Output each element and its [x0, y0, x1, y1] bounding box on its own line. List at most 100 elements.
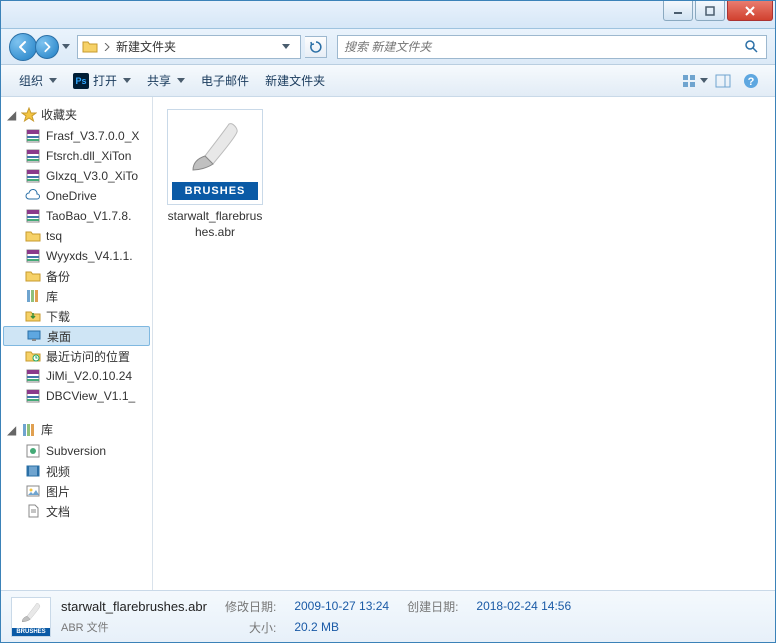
- sidebar-item[interactable]: 备份: [1, 266, 152, 286]
- share-menu[interactable]: 共享: [139, 65, 193, 96]
- sidebar-item-label: Ftsrch.dll_XiTon: [46, 149, 131, 163]
- breadcrumb-path[interactable]: 新建文件夹: [116, 38, 276, 55]
- sidebar-item[interactable]: 视频: [1, 461, 152, 481]
- body-split: ◢收藏夹Frasf_V3.7.0.0_XFtsrch.dll_XiTonGlxz…: [1, 97, 775, 590]
- address-bar-row: 新建文件夹: [1, 29, 775, 65]
- sidebar-item[interactable]: DBCView_V1.1_: [1, 386, 152, 406]
- sidebar-item[interactable]: 最近访问的位置: [1, 346, 152, 366]
- maximize-button[interactable]: [695, 1, 725, 21]
- address-dropdown[interactable]: [282, 44, 296, 50]
- sidebar-item[interactable]: OneDrive: [1, 186, 152, 206]
- sidebar-item[interactable]: Wyyxds_V4.1.1.: [1, 246, 152, 266]
- preview-pane-button[interactable]: [709, 69, 737, 93]
- brush-icon: [185, 114, 245, 182]
- email-button[interactable]: 电子邮件: [193, 65, 257, 96]
- details-filetype: ABR 文件: [61, 619, 207, 635]
- sidebar-item[interactable]: Ftsrch.dll_XiTon: [1, 146, 152, 166]
- chevron-down-icon: [177, 78, 185, 83]
- favorites-header[interactable]: ◢收藏夹: [1, 103, 152, 126]
- sidebar-item[interactable]: 文档: [1, 501, 152, 521]
- view-options-button[interactable]: [681, 69, 709, 93]
- toolbar: 组织 Ps 打开 共享 电子邮件 新建文件夹 ?: [1, 65, 775, 97]
- sidebar-item-label: TaoBao_V1.7.8.: [46, 209, 131, 223]
- item-icon: [25, 148, 41, 164]
- thumbnail-box: BRUSHES: [167, 109, 263, 205]
- window-controls: [663, 1, 773, 21]
- sidebar-item[interactable]: tsq: [1, 226, 152, 246]
- sidebar-item-label: 桌面: [47, 328, 71, 345]
- open-with-menu[interactable]: Ps 打开: [65, 65, 139, 96]
- libraries-header[interactable]: ◢库: [1, 418, 152, 441]
- details-filename: starwalt_flarebrushes.abr: [61, 599, 207, 614]
- sidebar-item[interactable]: 下载: [1, 306, 152, 326]
- created-label: 创建日期:: [407, 598, 458, 615]
- help-button[interactable]: ?: [737, 69, 765, 93]
- sidebar-item[interactable]: Frasf_V3.7.0.0_X: [1, 126, 152, 146]
- minimize-button[interactable]: [663, 1, 693, 21]
- address-box[interactable]: 新建文件夹: [77, 35, 301, 59]
- item-icon: [25, 348, 41, 364]
- titlebar: [1, 1, 775, 29]
- organize-label: 组织: [19, 72, 43, 89]
- sidebar-item[interactable]: Glxzq_V3.0_XiTo: [1, 166, 152, 186]
- nav-buttons: [9, 33, 73, 61]
- nav-history-dropdown[interactable]: [59, 37, 73, 57]
- search-input[interactable]: [344, 40, 744, 54]
- item-icon: [25, 388, 41, 404]
- sidebar-item[interactable]: Subversion: [1, 441, 152, 461]
- sidebar-item-label: 文档: [46, 503, 70, 520]
- item-icon: [25, 288, 41, 304]
- library-icon: [21, 422, 37, 438]
- search-box[interactable]: [337, 35, 767, 59]
- new-folder-button[interactable]: 新建文件夹: [257, 65, 333, 96]
- file-thumbnail[interactable]: BRUSHES starwalt_flarebrushes.abr: [165, 109, 265, 240]
- size-label: 大小:: [225, 619, 276, 636]
- item-icon: [25, 208, 41, 224]
- item-icon: [25, 168, 41, 184]
- organize-menu[interactable]: 组织: [11, 65, 65, 96]
- content-area[interactable]: BRUSHES starwalt_flarebrushes.abr: [153, 97, 775, 590]
- sidebar-item[interactable]: 桌面: [3, 326, 150, 346]
- sidebar-item-label: OneDrive: [46, 189, 97, 203]
- search-icon[interactable]: [744, 39, 760, 55]
- size-value: 20.2 MB: [294, 620, 389, 634]
- folder-icon: [82, 39, 98, 55]
- modified-label: 修改日期:: [225, 598, 276, 615]
- item-icon: [25, 188, 41, 204]
- sidebar-item-label: 视频: [46, 463, 70, 480]
- back-button[interactable]: [9, 33, 37, 61]
- libraries-label: 库: [41, 421, 53, 438]
- navigation-sidebar[interactable]: ◢收藏夹Frasf_V3.7.0.0_XFtsrch.dll_XiTonGlxz…: [1, 97, 153, 590]
- sidebar-item-label: 下载: [46, 308, 70, 325]
- sidebar-item-label: Glxzq_V3.0_XiTo: [46, 169, 138, 183]
- details-text: starwalt_flarebrushes.abr 修改日期: 2009-10-…: [61, 598, 571, 636]
- favorites-label: 收藏夹: [41, 106, 77, 123]
- sidebar-item[interactable]: 库: [1, 286, 152, 306]
- star-icon: [21, 107, 37, 123]
- svg-text:?: ?: [748, 76, 755, 88]
- sidebar-item[interactable]: TaoBao_V1.7.8.: [1, 206, 152, 226]
- item-icon: [25, 228, 41, 244]
- explorer-window: 新建文件夹 组织 Ps 打开 共享: [0, 0, 776, 643]
- refresh-button[interactable]: [305, 36, 327, 58]
- modified-value: 2009-10-27 13:24: [294, 599, 389, 613]
- sidebar-item-label: 备份: [46, 268, 70, 285]
- sidebar-item[interactable]: 图片: [1, 481, 152, 501]
- item-icon: [26, 328, 42, 344]
- sidebar-item-label: Subversion: [46, 444, 106, 458]
- chevron-down-icon: [123, 78, 131, 83]
- sidebar-item[interactable]: JiMi_V2.0.10.24: [1, 366, 152, 386]
- item-icon: [25, 248, 41, 264]
- sidebar-item-label: Frasf_V3.7.0.0_X: [46, 129, 139, 143]
- collapse-icon: ◢: [7, 423, 17, 437]
- chevron-down-icon: [49, 78, 57, 83]
- forward-button[interactable]: [35, 35, 59, 59]
- sidebar-item-label: tsq: [46, 229, 62, 243]
- item-icon: [25, 463, 41, 479]
- details-pane: BRUSHES starwalt_flarebrushes.abr 修改日期: …: [1, 590, 775, 642]
- open-label: 打开: [93, 72, 117, 89]
- close-button[interactable]: [727, 1, 773, 21]
- item-icon: [25, 308, 41, 324]
- item-icon: [25, 503, 41, 519]
- item-icon: [25, 483, 41, 499]
